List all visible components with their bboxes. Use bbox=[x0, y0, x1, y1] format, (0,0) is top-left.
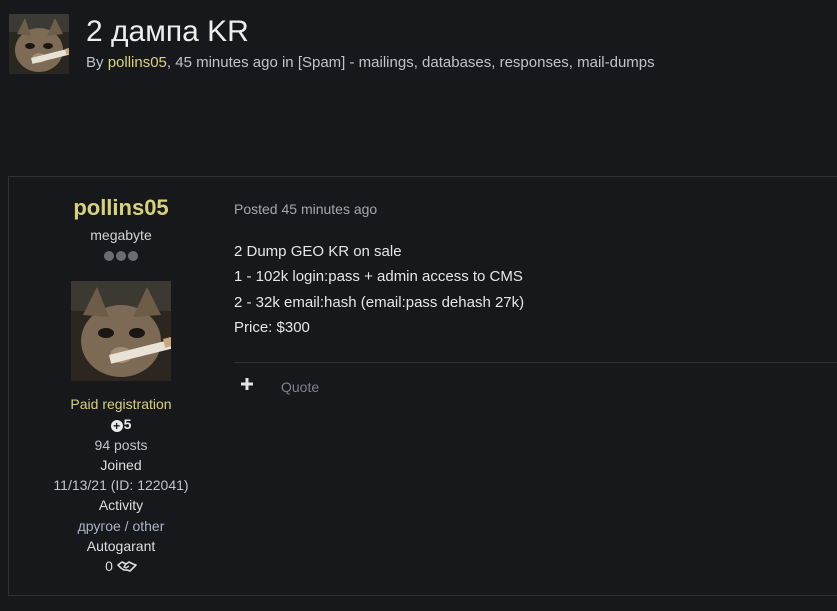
page-title: 2 дампа KR bbox=[86, 15, 249, 48]
post-content: Posted 45 minutes ago 2 Dump GEO KR on s… bbox=[233, 177, 837, 595]
forum-link[interactable]: [Spam] - mailings, databases, responses,… bbox=[298, 54, 655, 71]
quote-button[interactable]: Quote bbox=[281, 379, 319, 395]
rank-pip bbox=[128, 251, 138, 261]
topic-author-avatar[interactable] bbox=[9, 14, 69, 74]
author-rank: megabyte bbox=[90, 227, 152, 243]
post-body-line: 1 - 102k login:pass + admin access to CM… bbox=[234, 268, 523, 286]
activity-label: Activity bbox=[98, 497, 144, 514]
author-info: Paid registration +5 94 posts Joined 11/… bbox=[9, 394, 233, 577]
topic-header: 2 дампа KR By pollins05, 45 minutes ago … bbox=[0, 0, 837, 90]
joined-label: Joined bbox=[100, 456, 142, 473]
plus-icon[interactable] bbox=[240, 377, 254, 391]
post-body-line: 2 - 32k email:hash (email:pass dehash 27… bbox=[234, 293, 525, 311]
post-author-panel: pollins05 megabyte Paid registration + 5… bbox=[9, 177, 233, 595]
member-group: Paid registration bbox=[70, 396, 172, 412]
post-body-line: 2 Dump GEO KR on sale bbox=[234, 243, 402, 260]
post-divider bbox=[234, 362, 837, 363]
post-date[interactable]: Posted 45 minutes ago bbox=[234, 200, 377, 218]
rank-pip bbox=[116, 251, 126, 261]
rank-pip bbox=[104, 251, 114, 261]
reputation-badge[interactable]: +5 bbox=[9, 414, 233, 434]
joined-value: 11/13/21 (ID: 122041) bbox=[53, 477, 189, 494]
post-body-line: Price: $300 bbox=[234, 318, 310, 336]
topic-author-link[interactable]: pollins05 bbox=[108, 54, 167, 71]
autogarant-value: 0 bbox=[105, 558, 113, 575]
post-author-name[interactable]: pollins05 bbox=[9, 193, 233, 223]
post-count[interactable]: 94 posts bbox=[9, 435, 233, 455]
reputation-count: 5 bbox=[123, 416, 132, 433]
meta-by-label: By bbox=[86, 54, 108, 71]
post-author-avatar[interactable] bbox=[71, 281, 171, 381]
topic-meta: By pollins05, 45 minutes ago in [Spam] -… bbox=[86, 53, 655, 73]
activity-value: другое / other bbox=[77, 517, 165, 534]
meta-time: , 45 minutes ago in bbox=[166, 54, 298, 71]
post-body: 2 Dump GEO KR on sale 1 - 102k login:pas… bbox=[234, 239, 524, 340]
rank-pips bbox=[9, 249, 233, 263]
handshake-icon bbox=[117, 558, 137, 574]
post-actions: Quote bbox=[234, 375, 534, 403]
autogarant-value-row: 0 bbox=[9, 556, 233, 576]
post: pollins05 megabyte Paid registration + 5… bbox=[8, 176, 837, 596]
autogarant-label: Autogarant bbox=[86, 538, 156, 555]
plus-circle-icon: + bbox=[110, 420, 123, 433]
